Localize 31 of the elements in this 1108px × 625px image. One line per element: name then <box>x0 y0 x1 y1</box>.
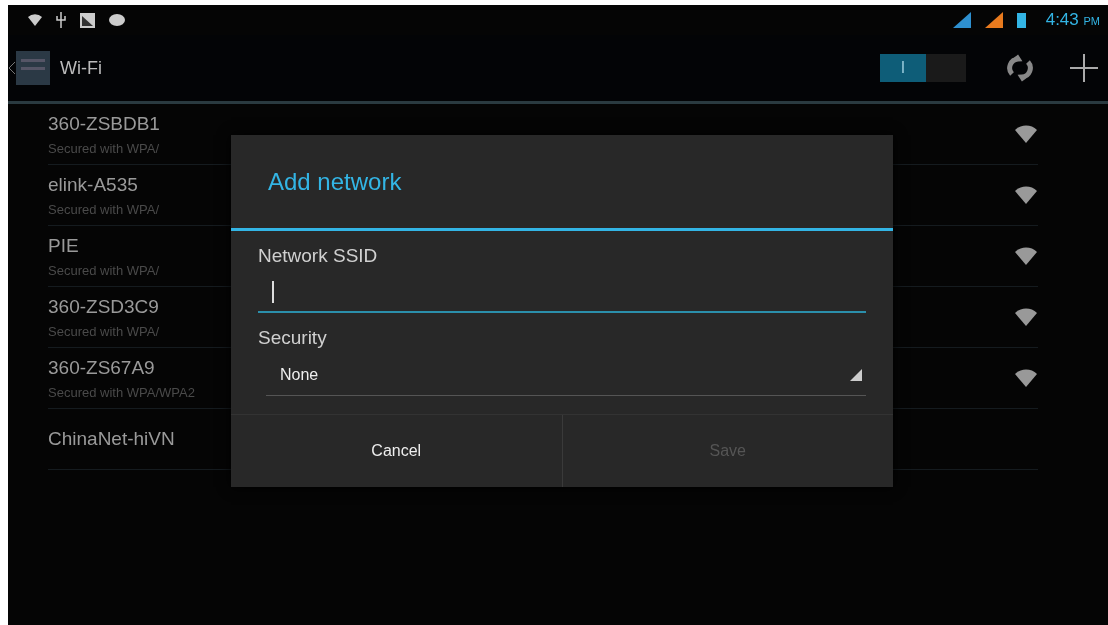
network-name[interactable]: 360-ZSBDB1 <box>48 112 1014 135</box>
screen-title: Wi-Fi <box>60 57 103 79</box>
wifi-signal-icon <box>1014 307 1038 327</box>
network-security: Secured with WPA/ <box>48 262 161 278</box>
signal-icon <box>952 12 971 28</box>
network-security: Secured with WPA/ <box>48 140 161 156</box>
dialog-button[interactable]: Cancel <box>231 415 562 487</box>
wifi-signal-icon <box>1014 246 1038 266</box>
wifi-toggle[interactable]: I <box>880 54 966 82</box>
text-cursor <box>272 281 274 303</box>
signal-icon <box>984 12 1003 28</box>
wifi-signal-icon <box>1014 368 1038 388</box>
usb-icon <box>56 12 66 28</box>
toggle-thumb: I <box>880 54 926 82</box>
add-icon[interactable] <box>1070 54 1098 82</box>
refresh-icon[interactable] <box>1006 54 1034 82</box>
wifi-signal-icon <box>1014 124 1038 144</box>
dialog-title: Add network <box>231 135 893 231</box>
dropdown-corner-icon <box>850 369 862 381</box>
back-caret-icon[interactable] <box>8 61 16 75</box>
clock-time: 4:43 PM <box>1045 10 1100 30</box>
network-security: Secured with WPA/ <box>48 201 161 217</box>
security-dropdown[interactable]: None <box>266 355 866 396</box>
field-label: Network SSID <box>258 245 379 267</box>
wifi-icon <box>28 14 42 26</box>
battery-icon <box>1016 12 1026 28</box>
network-security: Secured with WPA/WPA2 <box>48 384 196 400</box>
field-label: Security <box>258 327 328 349</box>
network-security: Secured with WPA/ <box>48 323 161 339</box>
image-icon <box>80 12 95 28</box>
wifi-signal-icon <box>1014 185 1038 205</box>
